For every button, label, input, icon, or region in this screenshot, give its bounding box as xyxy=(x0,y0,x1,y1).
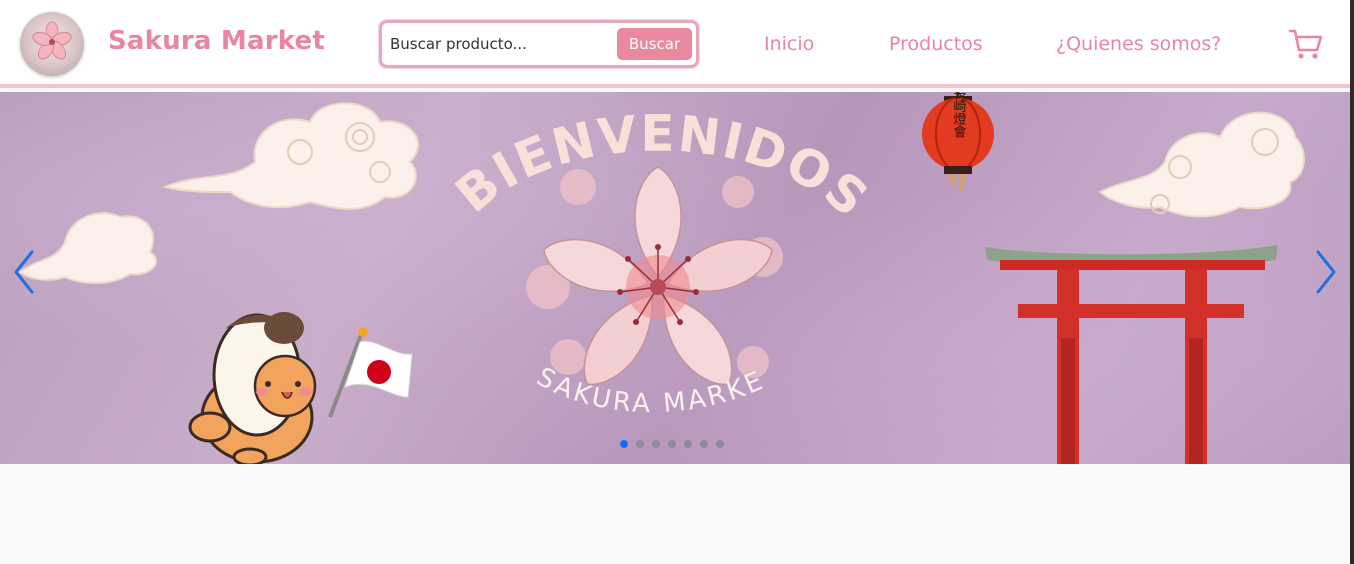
carousel-indicator-dot[interactable] xyxy=(620,440,628,448)
page-content xyxy=(0,464,1350,564)
banner-image: BIENVENIDOS SAKURA MARKE 長崎燈會 xyxy=(0,92,1305,464)
cloud-icon xyxy=(18,212,158,284)
shopping-cart-icon[interactable] xyxy=(1288,28,1324,62)
lantern-text: 長崎燈會 xyxy=(951,92,967,139)
cloud-icon xyxy=(1098,111,1305,218)
carousel-indicator-dot[interactable] xyxy=(684,440,692,448)
japan-flag-icon xyxy=(328,327,413,418)
cherry-blossom-icon xyxy=(526,166,783,386)
carousel-indicator-dot[interactable] xyxy=(652,440,660,448)
search-button[interactable]: Buscar xyxy=(617,28,692,60)
torii-gate-icon xyxy=(985,245,1278,464)
search-form: Buscar xyxy=(379,20,699,68)
carousel-indicators xyxy=(620,440,724,452)
cloud-icon xyxy=(161,102,420,210)
scrollbar[interactable] xyxy=(1350,0,1354,564)
logo[interactable] xyxy=(20,12,84,76)
nav-quienes-somos[interactable]: ¿Quienes somos? xyxy=(1056,33,1221,55)
hero-carousel: BIENVENIDOS SAKURA MARKE 長崎燈會 xyxy=(0,92,1350,464)
sakura-logo-icon xyxy=(32,21,72,60)
lantern-icon: 長崎燈會 xyxy=(922,92,994,192)
search-input[interactable] xyxy=(390,31,610,57)
nav-inicio[interactable]: Inicio xyxy=(764,33,814,55)
carousel-prev-button[interactable] xyxy=(8,242,38,302)
site-header: Sakura Market Buscar Inicio Productos ¿Q… xyxy=(0,0,1350,88)
carousel-indicator-dot[interactable] xyxy=(636,440,644,448)
nav-productos[interactable]: Productos xyxy=(889,33,983,55)
brand-name[interactable]: Sakura Market xyxy=(108,26,325,56)
carousel-indicator-dot[interactable] xyxy=(716,440,724,448)
carousel-indicator-dot[interactable] xyxy=(668,440,676,448)
chevron-left-icon xyxy=(14,250,34,294)
carousel-next-button[interactable] xyxy=(1312,242,1342,302)
carousel-indicator-dot[interactable] xyxy=(700,440,708,448)
chevron-right-icon xyxy=(1316,250,1336,294)
shiba-dog-icon xyxy=(188,312,317,464)
